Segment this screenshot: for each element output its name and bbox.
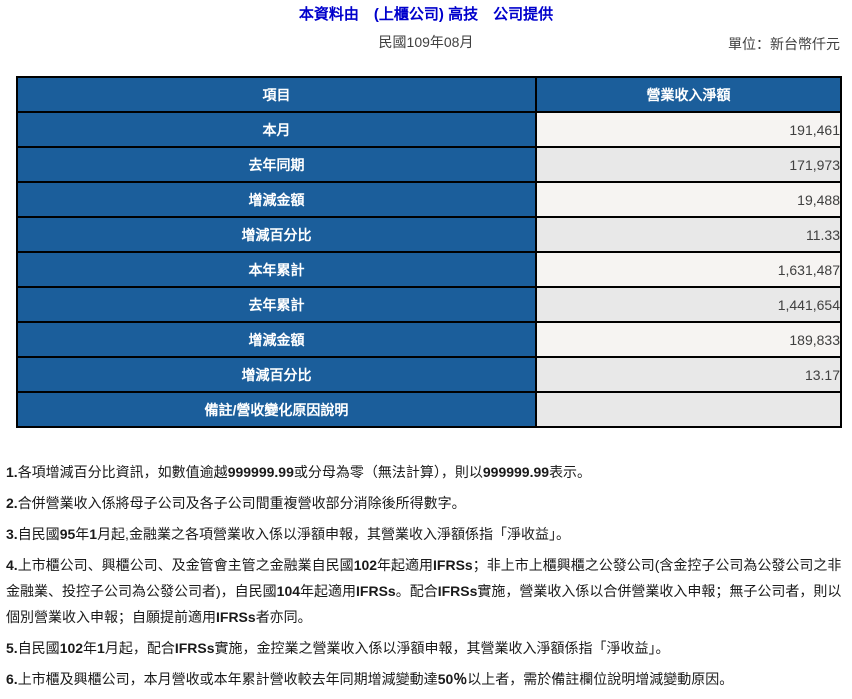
row-label: 增減金額 [16,321,537,358]
row-label: 增減百分比 [16,216,537,253]
row-value: 19,488 [535,181,842,218]
footnotes-list: 1.各項增減百分比資訊，如數值逾越999999.99或分母為零（無法計算），則以… [6,459,842,697]
row-label: 增減金額 [16,181,537,218]
footnote: 1.各項增減百分比資訊，如數值逾越999999.99或分母為零（無法計算），則以… [6,464,592,480]
footnote: 4.上市櫃公司、興櫃公司、及金管會主管之金融業自民國102年起適用IFRSs；非… [6,557,842,625]
row-value: 13.17 [535,356,842,393]
row-label: 去年累計 [16,286,537,323]
row-label: 備註/營收變化原因說明 [16,391,537,428]
column-header-item: 項目 [16,76,537,113]
footnote: 5.自民國102年1月起，配合IFRSs實施，金控業之營業收入係以淨額申報，其營… [6,640,670,656]
row-value: 189,833 [535,321,842,358]
monthly-revenue-report-page: 本資料由 (上櫃公司) 高技 公司提供 民國109年08月 單位：新台幣仟元 項… [0,0,852,699]
table-row: 去年累計 1,441,654 [16,286,842,323]
report-period: 民國109年08月 [378,34,474,50]
page-title: 本資料由 (上櫃公司) 高技 公司提供 [298,6,554,23]
table-row: 增減金額 189,833 [16,321,842,358]
table-row: 備註/營收變化原因說明 [16,391,842,428]
unit-label: 單位：新台幣仟元 [728,36,840,52]
row-label: 本月 [16,111,537,148]
table-row: 本年累計 1,631,487 [16,251,842,288]
row-value [535,391,842,428]
row-value: 11.33 [535,216,842,253]
table-row: 增減百分比 13.17 [16,356,842,393]
row-label: 去年同期 [16,146,537,183]
table-header-row: 項目 營業收入淨額 [16,76,842,113]
table-row: 本月 191,461 [16,111,842,148]
row-value: 191,461 [535,111,842,148]
row-label: 增減百分比 [16,356,537,393]
footnote: 2.合併營業收入係將母子公司及各子公司間重複營收部分消除後所得數字。 [6,495,466,511]
table-row: 增減金額 19,488 [16,181,842,218]
row-value: 1,631,487 [535,251,842,288]
footnote: 6.上市櫃及興櫃公司，本月營收或本年累計營收較去年同期增減變動達50％以上者，需… [6,671,734,687]
column-header-net-revenue: 營業收入淨額 [535,76,842,113]
row-value: 1,441,654 [535,286,842,323]
table-row: 增減百分比 11.33 [16,216,842,253]
row-value: 171,973 [535,146,842,183]
footnote: 3.自民國95年1月起,金融業之各項營業收入係以淨額申報，其營業收入淨額係指「淨… [6,526,570,542]
revenue-table: 項目 營業收入淨額 本月 191,461 去年同期 171,973 增減金額 19,488… [16,76,842,428]
table-row: 去年同期 171,973 [16,146,842,183]
row-label: 本年累計 [16,251,537,288]
